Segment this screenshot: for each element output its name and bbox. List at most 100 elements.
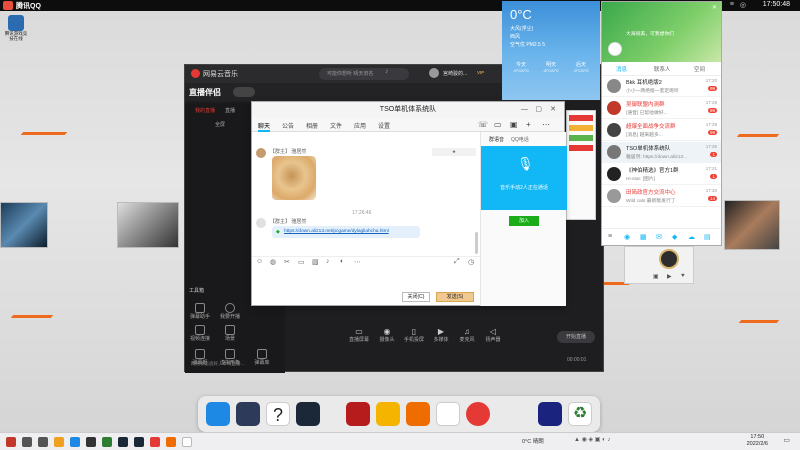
maximize-icon[interactable]: ▢ — [535, 102, 542, 118]
message-link[interactable]: https://down.ali213.net/pcgame/dylagliah… — [284, 229, 389, 234]
control-mic[interactable]: ♫ 麦克风 — [455, 327, 479, 343]
task-view-icon[interactable] — [38, 437, 48, 447]
netease-music-icon[interactable] — [150, 437, 160, 447]
chat-list-item[interactable]: 超爆全面战争交流群 [消息] 越来越多... 17:29 99 — [602, 120, 721, 141]
game-launcher-icon[interactable] — [346, 402, 370, 426]
close-icon[interactable]: ✕ — [712, 4, 717, 11]
like-icon[interactable]: ♥ — [681, 273, 685, 279]
control-screen[interactable]: ▭ 直播屏幕 — [345, 327, 373, 343]
mail-icon[interactable]: ✉ — [656, 233, 662, 241]
tab-contacts[interactable]: 联系人 — [654, 65, 671, 73]
music-search-input[interactable]: 可能你想听 晴天旧名 — [319, 68, 409, 80]
list-icon[interactable]: ≡ — [730, 1, 734, 8]
tab-chat[interactable]: 聊天 — [258, 121, 271, 132]
contacts-icon[interactable]: ◉ — [624, 233, 630, 241]
tab-messages[interactable]: 消息 — [616, 65, 627, 73]
close-button[interactable]: 关闭(C) — [402, 292, 430, 302]
tools-icon[interactable] — [406, 402, 430, 426]
close-icon[interactable]: ✕ — [550, 102, 556, 118]
avatar[interactable] — [429, 68, 439, 78]
app-icon[interactable] — [70, 437, 80, 447]
steam-icon[interactable] — [296, 402, 320, 426]
more-icon[interactable]: ⋯ — [542, 120, 550, 129]
netease-music-icon[interactable] — [466, 402, 490, 426]
avatar[interactable] — [608, 42, 622, 56]
live-assistant-icon[interactable] — [376, 402, 400, 426]
screen-recorder-icon[interactable] — [538, 402, 562, 426]
files-icon[interactable]: ▦ — [640, 233, 647, 241]
send-button[interactable]: 发送(S) — [436, 292, 474, 302]
notification-icon[interactable]: ▭ — [783, 436, 790, 444]
minimize-icon[interactable]: — — [521, 102, 528, 118]
tool-scene[interactable]: 场景 — [219, 325, 241, 342]
message-input[interactable] — [252, 268, 480, 290]
tab-qq-phone[interactable]: QQ电话 — [511, 136, 529, 143]
sidebar-item-live[interactable]: 直播 — [225, 107, 235, 114]
monitor-icon[interactable] — [206, 402, 230, 426]
history-icon[interactable]: ◷ — [468, 258, 474, 266]
recycle-bin-icon[interactable]: ♻ — [568, 402, 592, 426]
folder-icon[interactable]: ▭ — [298, 258, 305, 266]
scissors-icon[interactable]: ✂ — [284, 258, 290, 266]
image-icon[interactable]: ▧ — [312, 258, 319, 266]
apps-icon[interactable]: ▤ — [704, 233, 711, 241]
message-image[interactable] — [272, 156, 316, 200]
music-icon[interactable]: ♪ — [326, 258, 330, 265]
rocket-icon[interactable] — [236, 402, 260, 426]
voice-icon[interactable]: ◐ — [340, 258, 344, 265]
taskbar-clock[interactable]: 17:50 2022/2/6 — [747, 434, 768, 448]
tab-group-voice[interactable]: 群语音 — [489, 136, 504, 143]
play-icon[interactable]: ▶ — [667, 273, 672, 280]
chat-list-item[interactable]: Bkk 耳机绝版2 小小一两绝版一套定呢听 17:20 99 — [602, 76, 721, 97]
sidebar-item-mylive[interactable]: 我的直播 — [195, 107, 215, 114]
scrollbar[interactable] — [475, 232, 478, 254]
tool-video-link[interactable]: 视频连接 — [189, 325, 211, 342]
tab-qzone[interactable]: 空间 — [694, 65, 705, 73]
sidebar-item-fullscreen[interactable]: 全屏 — [215, 121, 225, 128]
emoji-icon[interactable]: ☺ — [256, 258, 263, 265]
chat-list-item[interactable]: 《神伯精选》官方1群 Hi-star: [图片] 17:21 1 — [602, 164, 721, 185]
app-icon[interactable] — [102, 437, 112, 447]
share-screen-icon[interactable]: ▣ — [510, 120, 518, 129]
chat-list-item-selected[interactable]: TSO单机体系统队 雅居然: https://down.ali213... 17… — [602, 142, 721, 163]
steam-icon[interactable] — [134, 437, 144, 447]
control-speaker[interactable]: ◁ 扬声器 — [481, 327, 505, 343]
add-member-icon[interactable]: + — [526, 120, 531, 129]
steam-icon[interactable] — [118, 437, 128, 447]
taskbar-weather[interactable]: 0°C 晴朗 — [522, 437, 544, 445]
game-icon[interactable]: ◆ — [672, 233, 677, 241]
phone-call-icon[interactable]: ☏ — [478, 120, 488, 129]
desktop-icon[interactable]: 腾讯游戏竞技在线 — [4, 15, 28, 41]
tab-apps[interactable]: 应用 — [354, 121, 366, 130]
tool-danmu-helper[interactable]: 弹幕助手 — [189, 303, 211, 320]
globe-icon[interactable]: ◎ — [740, 1, 746, 9]
tool-danmu-lib[interactable]: 弹幕库 — [251, 349, 273, 366]
join-voice-button[interactable]: 加入 — [509, 216, 539, 226]
control-media[interactable]: ▶ 多媒体 — [429, 327, 453, 343]
image-icon[interactable]: ▣ — [653, 273, 659, 280]
menu-icon[interactable]: ≡ — [608, 233, 612, 240]
tray-icons[interactable]: ▲ ◉ ◈ ▣ ◐ ♪ — [574, 436, 610, 443]
control-camera[interactable]: ◉ 摄像头 — [375, 327, 399, 343]
tab-settings[interactable]: 设置 — [378, 121, 390, 130]
chat-list-item[interactable]: 田简政官方交流中心 Wild cats 最新版发行了 17:20 14 — [602, 186, 721, 207]
gif-icon[interactable]: ◍ — [270, 258, 276, 266]
chat-list-item[interactable]: 吴御联盟内测群 [语音] 已帮他做好... 17:28 99 — [602, 98, 721, 119]
search-icon[interactable] — [22, 437, 32, 447]
tab-album[interactable]: 相册 — [306, 121, 318, 130]
tab-notice[interactable]: 公告 — [282, 121, 294, 130]
live-dropdown[interactable] — [233, 87, 255, 97]
cloud-icon[interactable]: ☁ — [688, 233, 695, 241]
control-phone[interactable]: ▯ 手机投屏 — [401, 327, 427, 343]
start-live-button[interactable]: 开始直播 — [557, 331, 595, 343]
folder-icon[interactable] — [54, 437, 64, 447]
tool-start-live[interactable]: 我要开播 — [219, 303, 241, 320]
app-icon[interactable] — [86, 437, 96, 447]
music-username[interactable]: 宫崎骏的... — [443, 70, 467, 77]
help-icon[interactable]: ? — [266, 402, 290, 426]
more-icon[interactable]: ⋯ — [354, 258, 361, 266]
app-icon[interactable] — [166, 437, 176, 447]
video-call-icon[interactable]: ▭ — [494, 120, 502, 129]
avatar[interactable] — [659, 249, 679, 269]
mic-icon[interactable]: ♪ — [385, 68, 389, 75]
